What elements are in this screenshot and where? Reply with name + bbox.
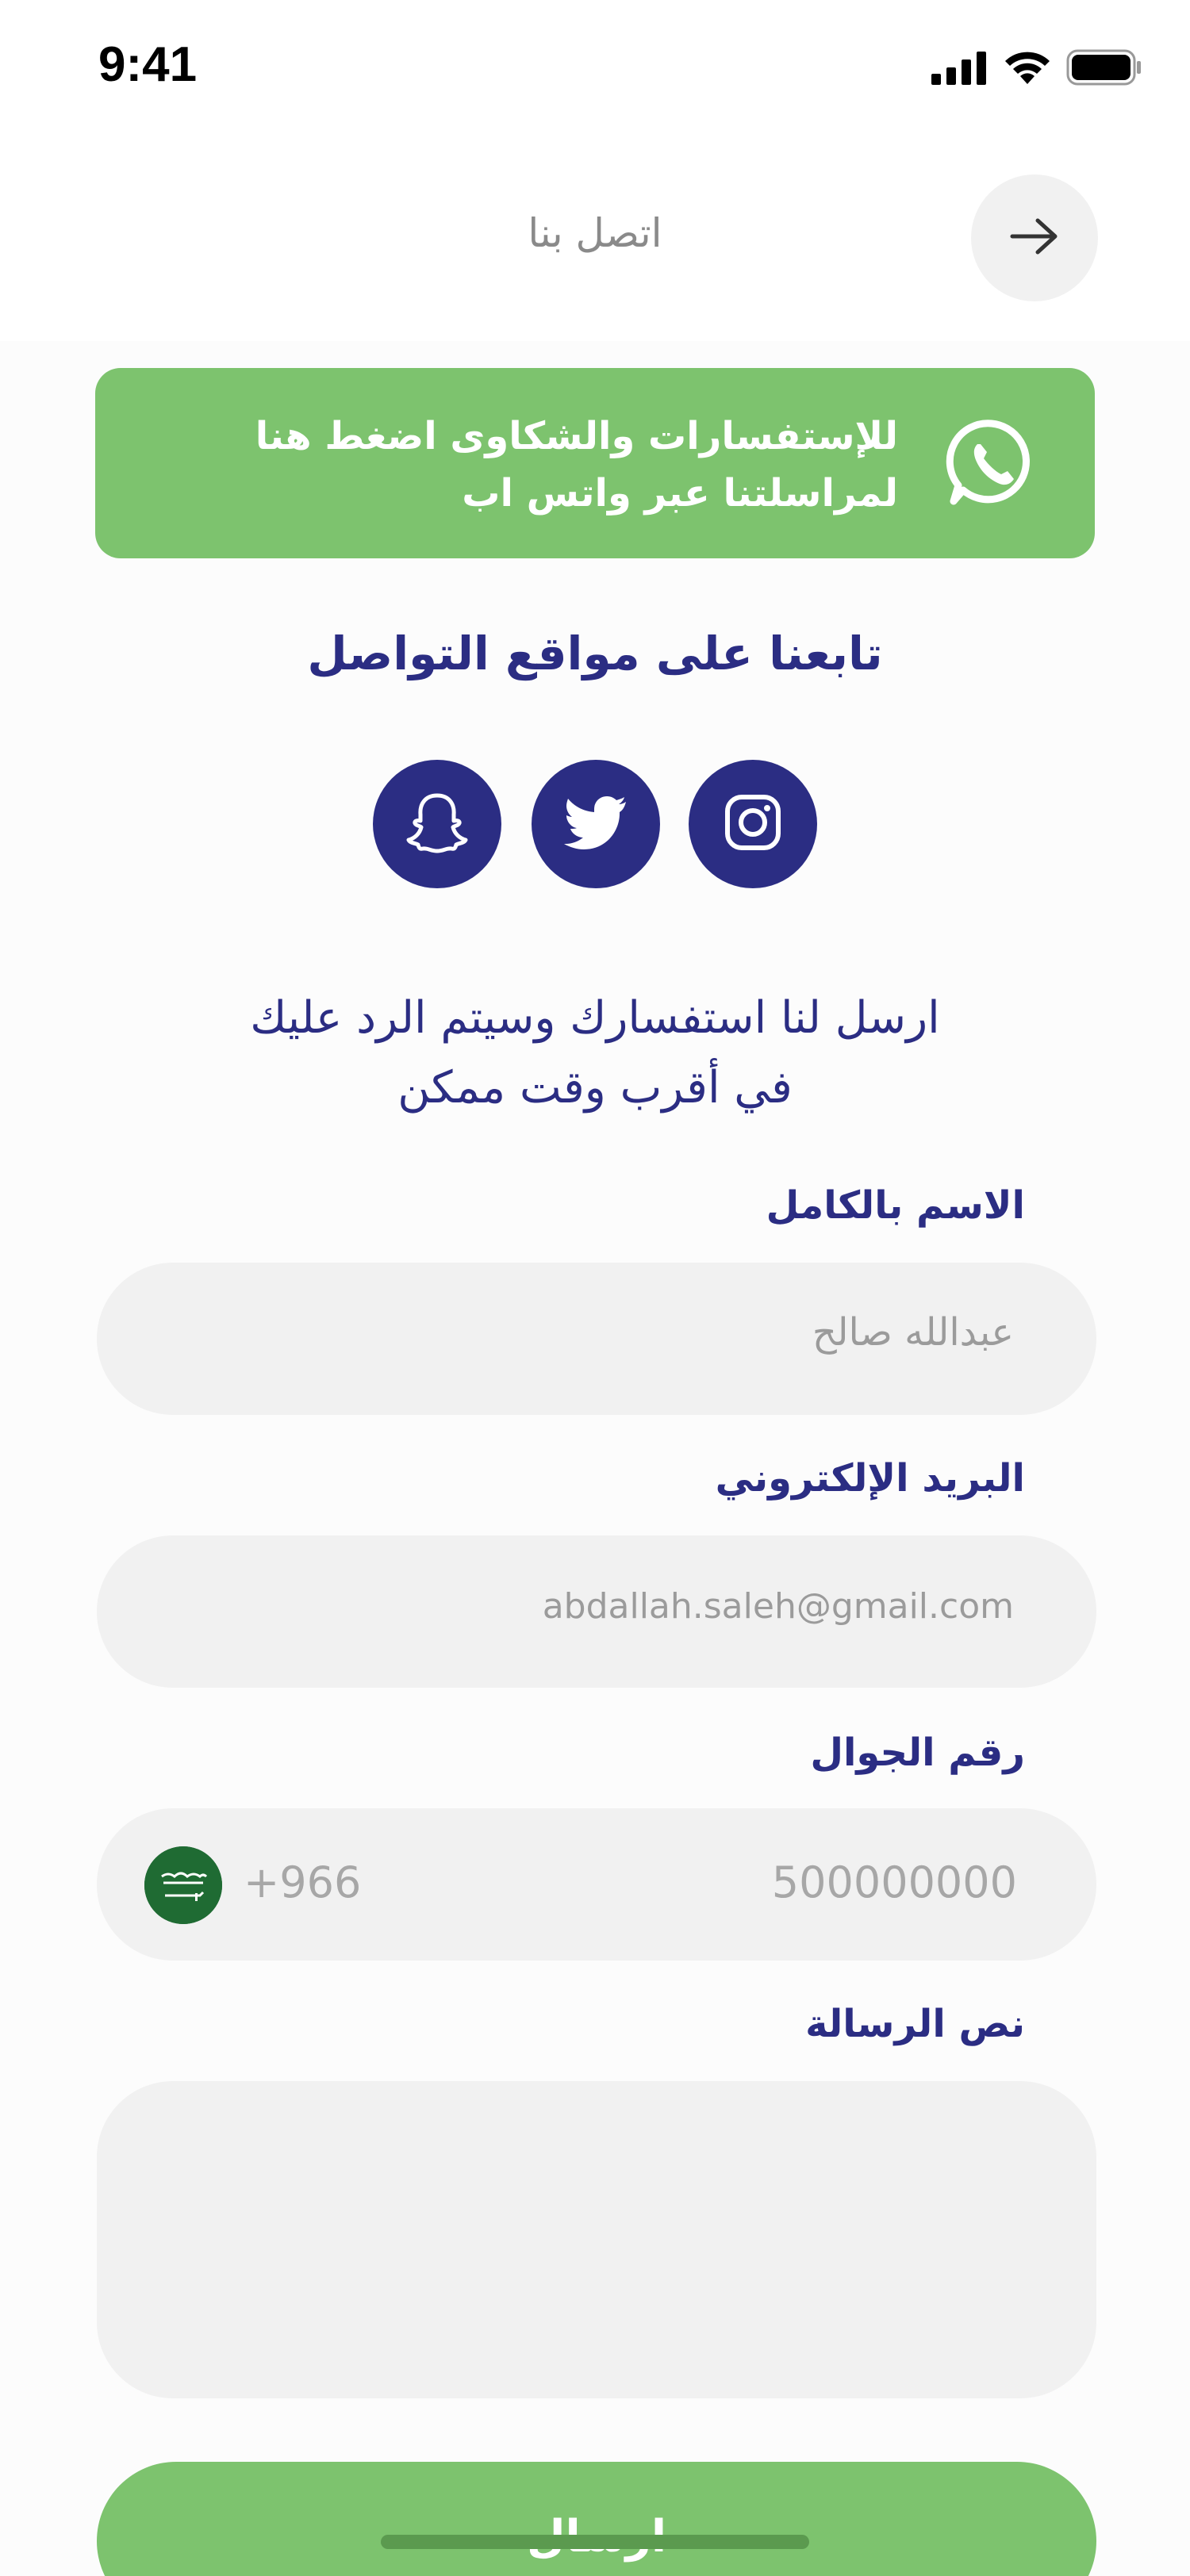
status-icons [931, 49, 1142, 89]
intro-line2: في أقرب وقت ممكن [397, 1062, 793, 1114]
full-name-input[interactable]: عبدالله صالح [97, 1263, 1096, 1415]
saudi-flag-icon[interactable] [144, 1846, 222, 1924]
twitter-button[interactable] [532, 760, 660, 888]
home-indicator[interactable] [381, 2535, 809, 2549]
message-textarea[interactable] [97, 2081, 1096, 2398]
intro-line1: ارسل لنا استفسارك وسيتم الرد عليك [250, 992, 940, 1044]
status-bar: 9:41 [0, 0, 1190, 135]
header: اتصل بنا [0, 135, 1190, 341]
twitter-icon [564, 795, 628, 853]
email-input[interactable]: abdallah.saleh@gmail.com [97, 1535, 1096, 1688]
phone-number-value: 500000000 [771, 1857, 1017, 1907]
whatsapp-icon [944, 416, 1039, 511]
instagram-icon [724, 794, 781, 854]
email-label: البريد الإلكتروني [715, 1456, 1025, 1501]
page-title: اتصل بنا [528, 210, 662, 256]
full-name-value: عبدالله صالح [812, 1310, 1014, 1355]
submit-button[interactable]: ارسال [97, 2462, 1096, 2576]
wifi-icon [1003, 49, 1052, 89]
snapchat-icon [404, 789, 470, 859]
battery-icon [1066, 49, 1142, 89]
country-code[interactable]: +966 [244, 1857, 361, 1907]
email-value: abdallah.saleh@gmail.com [542, 1586, 1014, 1627]
status-time: 9:41 [98, 37, 198, 92]
social-links [373, 760, 817, 890]
contact-us-screen: 9:41 اتصل بنا للإستفسارات والشكاوى اضغط … [0, 0, 1190, 2576]
phone-input[interactable]: 500000000 +966 [97, 1808, 1096, 1961]
whatsapp-banner-text: للإستفسارات والشكاوى اضغط هنا لمراسلتنا … [184, 408, 898, 522]
whatsapp-banner[interactable]: للإستفسارات والشكاوى اضغط هنا لمراسلتنا … [95, 368, 1095, 558]
form-intro-text: ارسل لنا استفسارك وسيتم الرد عليك في أقر… [119, 983, 1071, 1123]
snapchat-button[interactable] [373, 760, 501, 888]
instagram-button[interactable] [689, 760, 817, 888]
whatsapp-banner-line2: لمراسلتنا عبر واتس اب [462, 471, 898, 516]
whatsapp-banner-line1: للإستفسارات والشكاوى اضغط هنا [255, 414, 898, 458]
cellular-signal-icon [931, 50, 988, 88]
phone-label: رقم الجوال [810, 1731, 1025, 1775]
full-name-label: الاسم بالكامل [766, 1183, 1025, 1228]
message-label: نص الرسالة [805, 2002, 1025, 2046]
social-section-title: تابعنا على مواقع التواصل [307, 627, 883, 680]
